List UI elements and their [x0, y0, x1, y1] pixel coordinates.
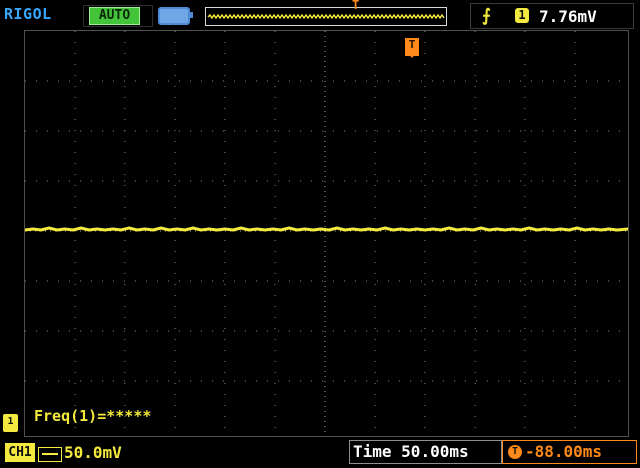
overview-trigger-marker: T: [352, 0, 360, 12]
trigger-marker-icon[interactable]: T: [405, 38, 419, 58]
channel-1-marker-label: 1: [7, 416, 14, 427]
overview-waveform: [207, 13, 445, 20]
trigger-channel-badge: 1: [515, 8, 529, 23]
waveform-overview: [205, 7, 447, 26]
trigger-offset-panel[interactable]: T -88.00ms: [502, 440, 637, 464]
time-scale: 50.00ms: [401, 442, 469, 461]
top-status-bar: RIGOL AUTO T ⨍ 1 7.76mV: [0, 0, 640, 30]
dc-coupling-icon: [38, 447, 62, 462]
acquisition-mode[interactable]: AUTO: [83, 5, 153, 27]
trigger-status[interactable]: ⨍ 1 7.76mV: [470, 3, 634, 29]
trigger-offset-icon: T: [508, 445, 522, 459]
frequency-readout: Freq(1)=*****: [34, 407, 152, 425]
time-label: Time 50.00ms: [353, 442, 469, 461]
grid: [25, 31, 628, 436]
channel-1-ground-marker[interactable]: 1: [3, 414, 18, 432]
timebase-panel[interactable]: Time 50.00ms: [349, 440, 502, 464]
channel-1-badge[interactable]: CH1: [5, 443, 35, 462]
battery-icon: [158, 7, 193, 25]
brand-logo: RIGOL: [4, 5, 52, 23]
waveform-display[interactable]: [24, 30, 629, 437]
mode-label: AUTO: [89, 7, 140, 25]
channel-1-trace: [25, 226, 628, 232]
vertical-scale: 50.0mV: [64, 443, 122, 462]
trigger-level: 7.76mV: [539, 7, 597, 26]
time-label-text: Time: [353, 442, 392, 461]
trigger-marker-label: T: [408, 38, 416, 51]
rising-edge-icon: ⨍: [482, 6, 491, 26]
trigger-offset: -88.00ms: [525, 442, 603, 461]
